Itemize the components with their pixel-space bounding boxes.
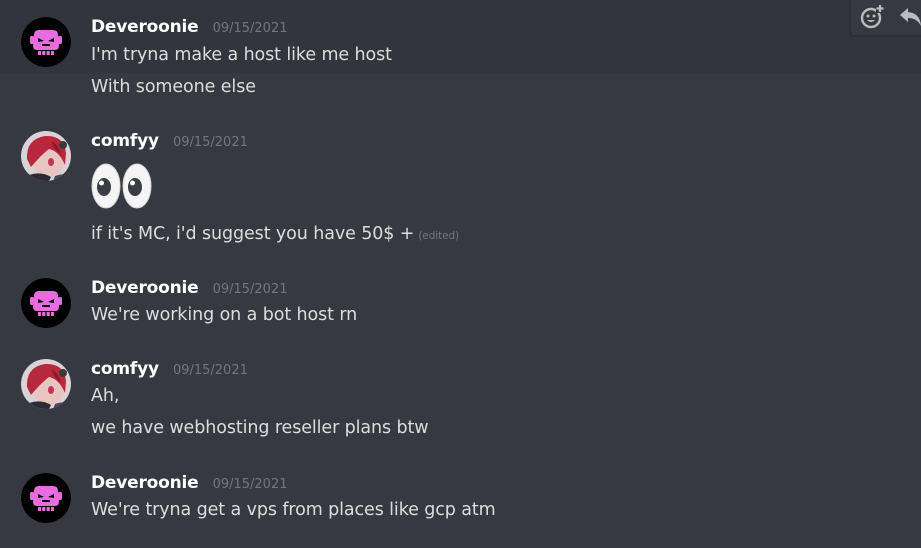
avatar[interactable]: [21, 131, 71, 181]
timestamp[interactable]: 09/15/2021: [213, 282, 288, 297]
username[interactable]: Deveroonie: [91, 17, 199, 37]
message-text: I'm tryna make a host like me host: [91, 45, 392, 65]
message-toolbar: [850, 0, 921, 36]
avatar[interactable]: [21, 359, 71, 409]
message-text: Ah,: [91, 386, 120, 406]
timestamp[interactable]: 09/15/2021: [173, 135, 248, 150]
timestamp[interactable]: 09/15/2021: [213, 477, 288, 492]
username[interactable]: Deveroonie: [91, 278, 199, 298]
avatar[interactable]: [21, 278, 71, 328]
message-text: we have webhosting reseller plans btw: [91, 418, 429, 438]
username[interactable]: comfyy: [91, 131, 159, 151]
message-text: We're tryna get a vps from places like g…: [91, 500, 496, 520]
reply-icon[interactable]: [897, 3, 921, 29]
message-header: comfyy 09/15/2021: [91, 131, 248, 151]
edited-label[interactable]: (edited): [418, 230, 459, 242]
avatar[interactable]: [21, 473, 71, 523]
message-header: Deveroonie 09/15/2021: [91, 278, 288, 298]
add-reaction-icon[interactable]: [859, 3, 885, 29]
message-header: comfyy 09/15/2021: [91, 359, 248, 379]
message-text: We're working on a bot host rn: [91, 305, 358, 325]
message-text-content: if it's MC, i'd suggest you have 50$ +: [91, 224, 415, 244]
eyes-emoji[interactable]: [91, 162, 153, 214]
avatar[interactable]: [21, 17, 71, 67]
message-text: With someone else: [91, 77, 256, 97]
message-text: if it's MC, i'd suggest you have 50$ + (e…: [91, 224, 459, 244]
message-header: Deveroonie 09/15/2021: [91, 473, 288, 493]
username[interactable]: Deveroonie: [91, 473, 199, 493]
message-header: Deveroonie 09/15/2021: [91, 17, 288, 37]
timestamp[interactable]: 09/15/2021: [213, 21, 288, 36]
timestamp[interactable]: 09/15/2021: [173, 363, 248, 378]
username[interactable]: comfyy: [91, 359, 159, 379]
